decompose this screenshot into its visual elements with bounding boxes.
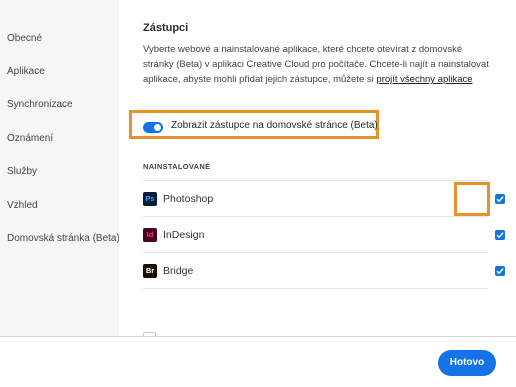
browse-all-apps-link[interactable]: projít všechny aplikace — [376, 74, 472, 85]
checkmark-icon — [496, 196, 504, 203]
toggle-knob — [154, 124, 161, 131]
bridge-checkbox[interactable] — [495, 266, 505, 276]
section-description: Vyberte webové a nainstalované aplikace,… — [143, 42, 493, 87]
show-shortcuts-toggle[interactable] — [143, 122, 163, 133]
photoshop-icon: Ps — [143, 192, 157, 206]
checkmark-icon — [496, 268, 504, 275]
bridge-icon: Br — [143, 264, 157, 278]
sidebar-item-services[interactable]: Služby — [7, 166, 37, 177]
sidebar-item-notifications[interactable]: Oznámení — [7, 133, 53, 144]
sidebar-item-sync[interactable]: Synchronizace — [7, 99, 73, 110]
divider — [143, 288, 488, 289]
section-title: Zástupci — [143, 22, 189, 34]
app-name: Photoshop — [163, 193, 214, 205]
app-row-bridge: Br Bridge — [143, 261, 505, 281]
app-row-indesign: Id InDesign — [143, 225, 505, 245]
installed-section-label: NAINSTALOVANÉ — [143, 162, 211, 171]
divider — [143, 180, 488, 181]
checkbox-highlight-box — [454, 182, 490, 216]
settings-content: Zástupci Vyberte webové a nainstalované … — [119, 0, 516, 336]
sidebar-item-home-beta[interactable]: Domovská stránka (Beta) — [7, 233, 120, 244]
toggle-label: Zobrazit zástupce na domovské stránce (B… — [171, 120, 378, 131]
indesign-icon: Id — [143, 228, 157, 242]
sidebar-item-appearance[interactable]: Vzhled — [7, 200, 38, 211]
sidebar-item-general[interactable]: Obecné — [7, 33, 42, 44]
divider — [143, 216, 488, 217]
done-button[interactable]: Hotovo — [438, 350, 496, 376]
app-row-photoshop: Ps Photoshop — [143, 189, 505, 209]
checkmark-icon — [496, 232, 504, 239]
app-name: InDesign — [163, 229, 205, 241]
photoshop-checkbox[interactable] — [495, 194, 505, 204]
settings-sidebar: Obecné Aplikace Synchronizace Oznámení S… — [0, 0, 120, 336]
divider — [143, 252, 488, 253]
indesign-checkbox[interactable] — [495, 230, 505, 240]
sidebar-item-apps[interactable]: Aplikace — [7, 66, 45, 77]
app-name: Bridge — [163, 265, 194, 277]
footer-bar: Hotovo — [0, 336, 516, 387]
